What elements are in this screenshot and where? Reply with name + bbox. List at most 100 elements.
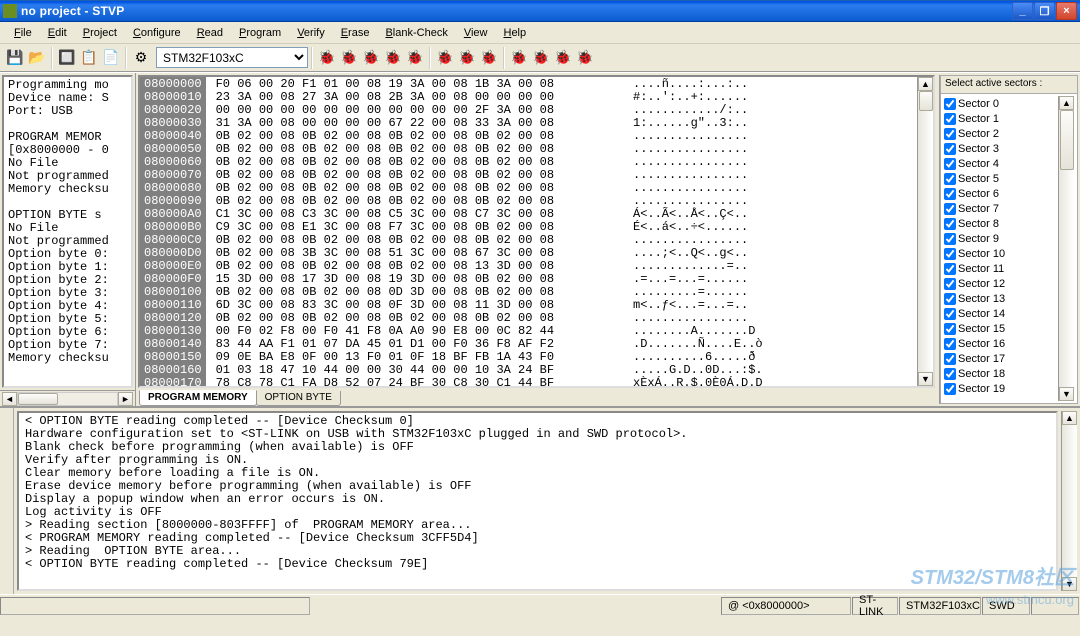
device-combo[interactable]: STM32F103xC bbox=[156, 47, 308, 68]
scroll-right-icon[interactable]: ► bbox=[118, 392, 133, 406]
menu-view[interactable]: View bbox=[456, 25, 496, 41]
scroll-down-icon[interactable]: ▼ bbox=[1062, 577, 1077, 591]
tab-option-byte[interactable]: OPTION BYTE bbox=[256, 391, 341, 406]
sector-checkbox[interactable] bbox=[944, 173, 956, 185]
sector-checkbox[interactable] bbox=[944, 383, 956, 395]
sector-item[interactable]: Sector 13 bbox=[944, 291, 1058, 306]
menu-erase[interactable]: Erase bbox=[333, 25, 378, 41]
sector-checkbox[interactable] bbox=[944, 248, 956, 260]
menu-verify[interactable]: Verify bbox=[289, 25, 333, 41]
icon-red2[interactable]: 🐞 bbox=[530, 47, 552, 69]
tab-program-memory[interactable]: PROGRAM MEMORY bbox=[139, 390, 257, 406]
sectors-vscroll[interactable]: ▲ ▼ bbox=[1058, 96, 1074, 401]
sector-checkbox[interactable] bbox=[944, 113, 956, 125]
sector-item[interactable]: Sector 3 bbox=[944, 141, 1058, 156]
blank-all-icon[interactable]: 🐞 bbox=[478, 47, 500, 69]
scroll-down-icon[interactable]: ▼ bbox=[1059, 387, 1074, 401]
menu-help[interactable]: Help bbox=[495, 25, 534, 41]
scroll-up-icon[interactable]: ▲ bbox=[1059, 96, 1074, 110]
status-empty bbox=[1031, 597, 1079, 615]
sector-item[interactable]: Sector 11 bbox=[944, 261, 1058, 276]
configure-icon[interactable]: ⚙ bbox=[130, 47, 152, 69]
sector-item[interactable]: Sector 15 bbox=[944, 321, 1058, 336]
vscroll-thumb[interactable] bbox=[919, 91, 933, 111]
log-output[interactable]: < OPTION BYTE reading completed -- [Devi… bbox=[17, 411, 1058, 591]
program-all-icon[interactable]: 🐞 bbox=[360, 47, 382, 69]
sector-checkbox[interactable] bbox=[944, 143, 956, 155]
sector-checkbox[interactable] bbox=[944, 293, 956, 305]
menu-read[interactable]: Read bbox=[189, 25, 231, 41]
sector-item[interactable]: Sector 19 bbox=[944, 381, 1058, 396]
sector-checkbox[interactable] bbox=[944, 263, 956, 275]
maximize-button[interactable]: ❐ bbox=[1034, 2, 1055, 20]
icon-green1[interactable]: 🐞 bbox=[508, 47, 530, 69]
sector-item[interactable]: Sector 7 bbox=[944, 201, 1058, 216]
save-icon[interactable]: 💾 bbox=[4, 47, 26, 69]
close-button[interactable]: × bbox=[1056, 2, 1077, 20]
vscroll-track[interactable] bbox=[1062, 425, 1077, 577]
sector-item[interactable]: Sector 2 bbox=[944, 126, 1058, 141]
sector-checkbox[interactable] bbox=[944, 128, 956, 140]
sector-checkbox[interactable] bbox=[944, 323, 956, 335]
sector-item[interactable]: Sector 16 bbox=[944, 336, 1058, 351]
sector-item[interactable]: Sector 5 bbox=[944, 171, 1058, 186]
read-current-icon[interactable]: 🐞 bbox=[338, 47, 360, 69]
hex-column[interactable]: F0 06 00 20 F1 01 00 08 19 3A 00 08 1B 3… bbox=[206, 77, 627, 386]
sector-item[interactable]: Sector 17 bbox=[944, 351, 1058, 366]
sector-checkbox[interactable] bbox=[944, 233, 956, 245]
menu-configure[interactable]: Configure bbox=[125, 25, 189, 41]
hex-pane: 08000000 08000010 08000020 08000030 0800… bbox=[136, 73, 937, 406]
icon-grey[interactable]: 🐞 bbox=[574, 47, 596, 69]
vscroll-track[interactable] bbox=[1059, 170, 1074, 387]
sector-checkbox[interactable] bbox=[944, 368, 956, 380]
sector-label: Sector 14 bbox=[958, 308, 1005, 320]
chip-icon[interactable]: 🔲 bbox=[56, 47, 78, 69]
open-icon[interactable]: 📂 bbox=[26, 47, 48, 69]
menu-project[interactable]: Project bbox=[75, 25, 125, 41]
log-vscroll[interactable]: ▲ ▼ bbox=[1061, 411, 1077, 591]
sector-item[interactable]: Sector 10 bbox=[944, 246, 1058, 261]
sector-checkbox[interactable] bbox=[944, 308, 956, 320]
vscroll-track[interactable] bbox=[918, 111, 933, 372]
sector-checkbox[interactable] bbox=[944, 158, 956, 170]
sector-item[interactable]: Sector 6 bbox=[944, 186, 1058, 201]
minimize-button[interactable]: _ bbox=[1012, 2, 1033, 20]
sector-checkbox[interactable] bbox=[944, 98, 956, 110]
sector-item[interactable]: Sector 0 bbox=[944, 96, 1058, 111]
sector-checkbox[interactable] bbox=[944, 203, 956, 215]
scroll-up-icon[interactable]: ▲ bbox=[1062, 411, 1077, 425]
sector-item[interactable]: Sector 14 bbox=[944, 306, 1058, 321]
menu-blank-check[interactable]: Blank-Check bbox=[377, 25, 455, 41]
menu-file[interactable]: File bbox=[6, 25, 40, 41]
menu-program[interactable]: Program bbox=[231, 25, 289, 41]
sector-item[interactable]: Sector 1 bbox=[944, 111, 1058, 126]
hscroll-track[interactable] bbox=[17, 392, 118, 406]
scroll-down-icon[interactable]: ▼ bbox=[918, 372, 933, 386]
scroll-up-icon[interactable]: ▲ bbox=[918, 77, 933, 91]
info-hscroll[interactable]: ◄ ► bbox=[0, 390, 135, 406]
scroll-left-icon[interactable]: ◄ bbox=[2, 392, 17, 406]
erase-current-icon[interactable]: 🐞 bbox=[456, 47, 478, 69]
sector-item[interactable]: Sector 4 bbox=[944, 156, 1058, 171]
menu-edit[interactable]: Edit bbox=[40, 25, 75, 41]
hscroll-thumb[interactable] bbox=[18, 393, 58, 405]
sector-checkbox[interactable] bbox=[944, 278, 956, 290]
status-if: SWD bbox=[982, 597, 1030, 615]
program-current-icon[interactable]: 🐞 bbox=[382, 47, 404, 69]
sector-item[interactable]: Sector 9 bbox=[944, 231, 1058, 246]
vscroll-thumb[interactable] bbox=[1060, 110, 1074, 170]
sector-checkbox[interactable] bbox=[944, 188, 956, 200]
icon-green2[interactable]: 🐞 bbox=[552, 47, 574, 69]
sector-checkbox[interactable] bbox=[944, 218, 956, 230]
read-all-icon[interactable]: 🐞 bbox=[316, 47, 338, 69]
sector-item[interactable]: Sector 12 bbox=[944, 276, 1058, 291]
sector-item[interactable]: Sector 8 bbox=[944, 216, 1058, 231]
sector-checkbox[interactable] bbox=[944, 353, 956, 365]
sector-item[interactable]: Sector 18 bbox=[944, 366, 1058, 381]
paste-icon[interactable]: 📄 bbox=[100, 47, 122, 69]
hex-vscroll[interactable]: ▲ ▼ bbox=[917, 77, 933, 386]
erase-all-icon[interactable]: 🐞 bbox=[434, 47, 456, 69]
sector-checkbox[interactable] bbox=[944, 338, 956, 350]
copy-icon[interactable]: 📋 bbox=[78, 47, 100, 69]
verify-all-icon[interactable]: 🐞 bbox=[404, 47, 426, 69]
